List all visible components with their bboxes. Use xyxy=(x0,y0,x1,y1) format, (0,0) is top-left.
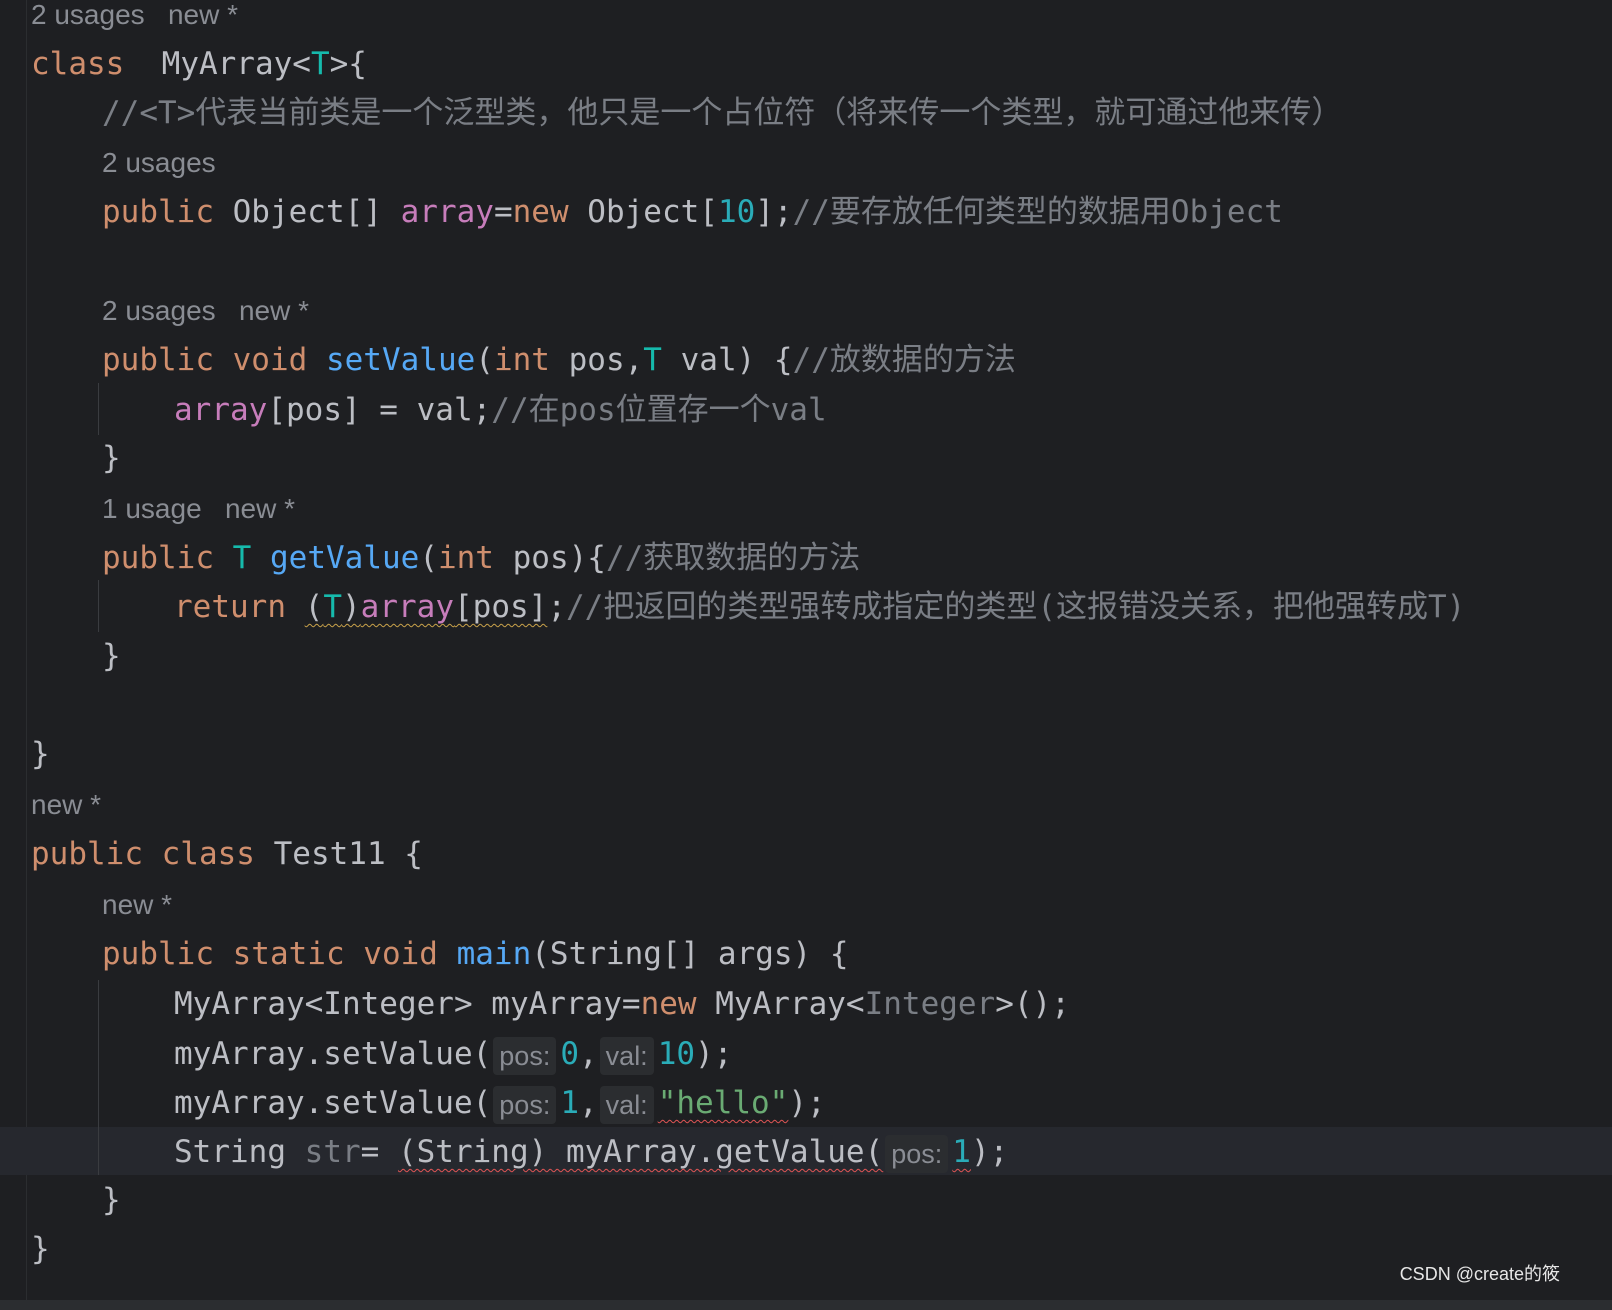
error-squiggle[interactable]: (String) myArray.getValue( xyxy=(398,1134,883,1170)
error-squiggle[interactable]: "hello" xyxy=(658,1085,789,1121)
parameter-hint: pos: xyxy=(493,1085,557,1124)
closing-brace[interactable]: } xyxy=(31,730,50,778)
indent-guide xyxy=(98,580,99,632)
code-line[interactable]: array[pos] = val;//在pos位置存一个val xyxy=(174,386,827,434)
indent-guide xyxy=(98,980,99,1175)
parameter-hint: pos: xyxy=(493,1036,557,1075)
usage-hint[interactable]: 1 usage new * xyxy=(102,489,295,529)
indent-guide xyxy=(98,383,99,435)
code-line-current[interactable]: String str= (String) myArray.getValue(po… xyxy=(174,1128,1008,1176)
code-line[interactable]: myArray.setValue(pos: 1, val: "hello"); xyxy=(174,1079,826,1127)
code-line[interactable]: class MyArray<T>{ xyxy=(31,40,367,88)
code-line[interactable]: //<T>代表当前类是一个泛型类，他只是一个占位符（将来传一个类型，就可通过他来… xyxy=(102,89,1342,137)
watermark: CSDN @create的筱 xyxy=(1399,1264,1560,1284)
closing-brace[interactable]: } xyxy=(102,434,121,482)
closing-brace[interactable]: } xyxy=(102,632,121,680)
comment: //<T>代表当前类是一个泛型类，他只是一个占位符（将来传一个类型，就可通过他来… xyxy=(102,95,1343,131)
parameter-hint: val: xyxy=(599,1036,654,1075)
parameter-hint: pos: xyxy=(885,1134,949,1173)
code-line[interactable]: public void setValue(int pos,T val) {//放… xyxy=(102,336,1016,384)
comment: //把返回的类型强转成指定的类型(这报错没关系，把他强转成T) xyxy=(566,589,1466,625)
usage-hint[interactable]: new * xyxy=(102,885,172,925)
code-line[interactable]: MyArray<Integer> myArray=new MyArray<Int… xyxy=(174,980,1070,1028)
usage-hint[interactable]: new * xyxy=(31,785,101,825)
comment: //在pos位置存一个val xyxy=(491,392,827,428)
bottom-scrollbar[interactable] xyxy=(0,1300,1612,1310)
closing-brace[interactable]: } xyxy=(102,1176,121,1224)
code-line[interactable]: myArray.setValue(pos: 0, val: 10); xyxy=(174,1030,732,1078)
code-line[interactable]: public class Test11 { xyxy=(31,830,423,878)
closing-brace[interactable]: } xyxy=(31,1225,50,1273)
code-line[interactable]: public static void main(String[] args) { xyxy=(102,930,849,978)
comment: //要存放任何类型的数据用Object xyxy=(792,194,1283,230)
code-line[interactable]: return (T)array[pos];//把返回的类型强转成指定的类型(这报… xyxy=(174,583,1465,631)
gutter-divider xyxy=(26,0,27,1300)
code-line[interactable]: public Object[] array=new Object[10];//要… xyxy=(102,188,1283,236)
comment: //获取数据的方法 xyxy=(605,540,861,576)
parameter-hint: val: xyxy=(599,1085,654,1124)
usage-hint[interactable]: 2 usages new * xyxy=(31,0,238,35)
comment: //放数据的方法 xyxy=(792,342,1016,378)
usage-hint[interactable]: 2 usages xyxy=(102,143,216,183)
code-line[interactable]: public T getValue(int pos){//获取数据的方法 xyxy=(102,534,860,582)
code-editor[interactable]: 2 usages new * class MyArray<T>{ //<T>代表… xyxy=(0,0,1612,1300)
keyword: class xyxy=(31,46,125,82)
error-squiggle[interactable]: 1 xyxy=(952,1134,971,1170)
usage-hint[interactable]: 2 usages new * xyxy=(102,291,309,331)
warning-squiggle[interactable]: (T)array[pos] xyxy=(305,589,548,625)
